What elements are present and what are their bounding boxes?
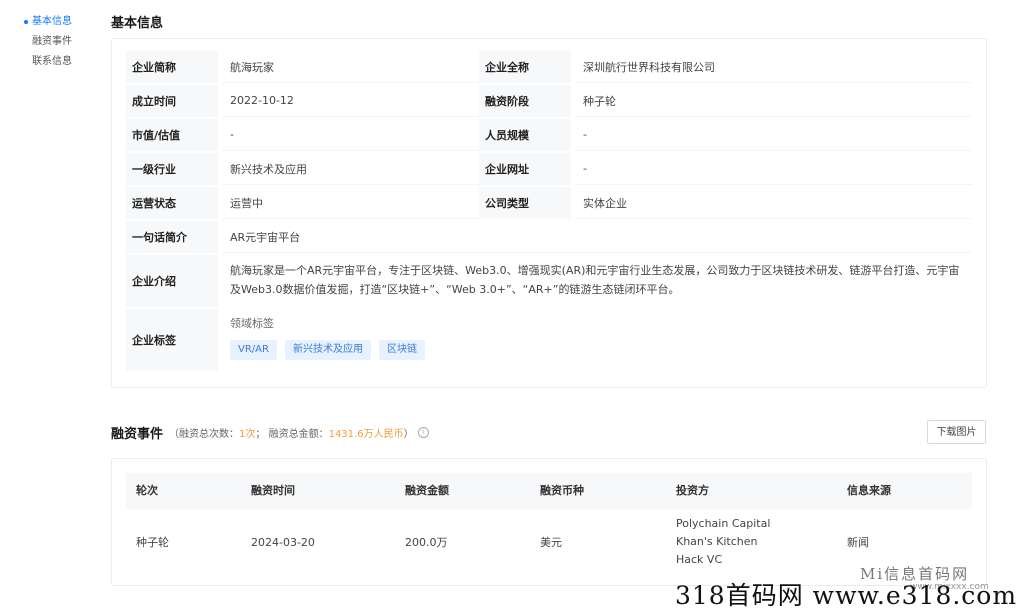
- investors-cell: Polychain Capital Khan's Kitchen Hack VC: [676, 509, 770, 575]
- funding-count: 1次: [239, 429, 256, 440]
- info-icon[interactable]: i: [417, 427, 429, 438]
- investor-name[interactable]: Khan's Kitchen: [676, 533, 758, 551]
- tag-group-label: 领域标签: [230, 317, 274, 330]
- download-image-button[interactable]: 下载图片: [927, 420, 986, 444]
- anchor-contact-info[interactable]: 联系信息: [20, 52, 90, 72]
- field-label: 一句话简介: [126, 221, 218, 253]
- investor-name[interactable]: Hack VC: [676, 551, 722, 569]
- tag[interactable]: 区块链: [378, 340, 425, 360]
- field-label: 企业全称: [479, 51, 571, 83]
- one-line-intro-value: AR元宇宙平台: [222, 221, 972, 253]
- field-label: 企业介绍: [126, 255, 218, 307]
- column-header: 融资币种: [540, 484, 584, 497]
- summary-mid: ； 融资总金额：: [255, 429, 329, 440]
- field-label: 企业网址: [479, 153, 571, 185]
- field-label: 企业简称: [126, 51, 218, 83]
- currency-cell: 美元: [540, 536, 562, 549]
- tag[interactable]: 新兴技术及应用: [284, 340, 371, 360]
- info-row: 企业介绍 航海玩家是一个AR元宇宙平台，专注于区块链、Web3.0、增强现实(A…: [126, 255, 972, 307]
- info-row: 一级行业 新兴技术及应用 企业网址 -: [126, 153, 972, 185]
- funding-total-amount: 1431.6万人民币: [328, 429, 404, 440]
- field-value: 2022-10-12: [222, 85, 480, 117]
- tag[interactable]: VR/AR: [230, 340, 277, 360]
- field-label: 公司类型: [479, 187, 571, 219]
- basic-info-card: 企业简称 航海玩家 企业全称 深圳航行世界科技有限公司 成立时间 2022-10…: [111, 38, 987, 388]
- company-intro-text: 航海玩家是一个AR元宇宙平台，专注于区块链、Web3.0、增强现实(AR)和元宇…: [230, 264, 960, 296]
- info-row: 成立时间 2022-10-12 融资阶段 种子轮: [126, 85, 972, 117]
- field-label: 市值/估值: [126, 119, 218, 151]
- column-header: 轮次: [136, 484, 158, 497]
- funding-summary: （融资总次数：1次； 融资总金额：1431.6万人民币）: [169, 425, 414, 440]
- field-value: 实体企业: [575, 187, 972, 219]
- watermark-big: 318首码网 www.e318.com: [675, 581, 1018, 610]
- basic-info-title: 基本信息: [111, 16, 164, 31]
- anchor-basic-info[interactable]: 基本信息: [20, 12, 90, 32]
- column-header: 投资方: [676, 484, 709, 497]
- field-label: 一级行业: [126, 153, 218, 185]
- amount-cell: 200.0万: [405, 536, 448, 549]
- field-label: 成立时间: [126, 85, 218, 117]
- round-cell: 种子轮: [136, 536, 169, 549]
- funding-table-card: 轮次 融资时间 融资金额 融资币种 投资方 信息来源 种子轮 2024-03-2…: [111, 458, 987, 586]
- summary-prefix: （融资总次数：: [169, 429, 240, 440]
- anchor-funding-events[interactable]: 融资事件: [20, 32, 90, 52]
- field-value: 种子轮: [575, 85, 972, 117]
- field-value: -: [575, 153, 972, 185]
- info-row: 一句话简介 AR元宇宙平台: [126, 221, 972, 253]
- column-header: 融资金额: [405, 484, 449, 497]
- summary-suffix: ）: [403, 429, 414, 440]
- field-label: 运营状态: [126, 187, 218, 219]
- field-value: -: [222, 119, 480, 151]
- field-label: 融资阶段: [479, 85, 571, 117]
- tags-area: 领域标签 VR/AR 新兴技术及应用 区块链: [222, 309, 972, 371]
- date-cell: 2024-03-20: [251, 535, 315, 549]
- field-value: 运营中: [222, 187, 480, 219]
- field-label: 人员规模: [479, 119, 571, 151]
- info-row: 企业标签 领域标签 VR/AR 新兴技术及应用 区块链: [126, 309, 972, 371]
- column-header: 融资时间: [251, 484, 295, 497]
- field-value: 航海玩家: [222, 51, 480, 83]
- info-row: 企业简称 航海玩家 企业全称 深圳航行世界科技有限公司: [126, 51, 972, 83]
- investor-name[interactable]: Polychain Capital: [676, 515, 770, 533]
- info-row: 运营状态 运营中 公司类型 实体企业: [126, 187, 972, 219]
- anchor-nav: 基本信息 融资事件 联系信息: [20, 12, 90, 72]
- funding-header: 融资事件 （融资总次数：1次； 融资总金额：1431.6万人民币） i: [111, 423, 429, 442]
- field-value: -: [575, 119, 972, 151]
- table-header: 轮次 融资时间 融资金额 融资币种 投资方 信息来源: [126, 473, 972, 509]
- funding-title: 融资事件: [111, 427, 164, 442]
- info-row: 市值/估值 - 人员规模 -: [126, 119, 972, 151]
- field-value: 新兴技术及应用: [222, 153, 480, 185]
- field-value: 深圳航行世界科技有限公司: [575, 51, 972, 83]
- table-row: 种子轮 2024-03-20 200.0万 美元 Polychain Capit…: [126, 509, 972, 575]
- tag-list: VR/AR 新兴技术及应用 区块链: [230, 340, 425, 360]
- field-label: 企业标签: [126, 309, 218, 371]
- column-header: 信息来源: [847, 484, 891, 497]
